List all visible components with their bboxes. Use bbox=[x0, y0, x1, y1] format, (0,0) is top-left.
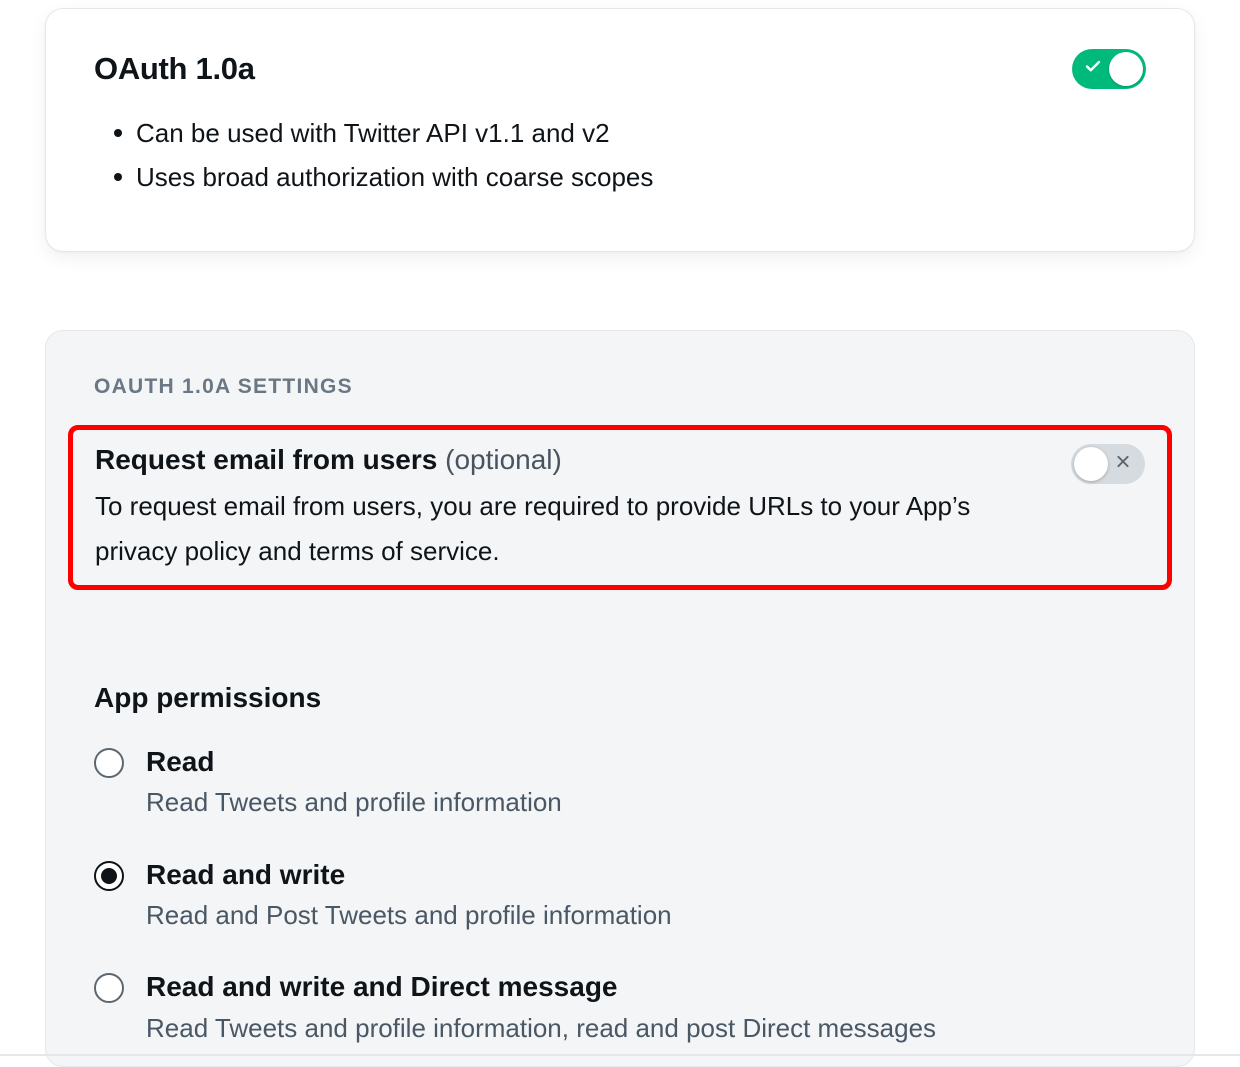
permission-desc: Read and Post Tweets and profile informa… bbox=[146, 897, 672, 933]
request-email-title-bold: Request email from users bbox=[95, 444, 437, 475]
permission-option-read-write-dm[interactable]: Read and write and Direct message Read T… bbox=[94, 969, 1146, 1046]
radio-icon bbox=[94, 861, 124, 891]
request-email-title: Request email from users (optional) bbox=[95, 444, 1051, 476]
oauth-settings-panel: OAUTH 1.0A SETTINGS Request email from u… bbox=[45, 330, 1195, 1067]
oauth-card: OAuth 1.0a Can be used with Twitter API … bbox=[45, 8, 1195, 252]
permission-desc: Read Tweets and profile information bbox=[146, 784, 562, 820]
request-email-title-light: (optional) bbox=[445, 444, 562, 475]
radio-icon bbox=[94, 973, 124, 1003]
check-icon bbox=[1084, 58, 1102, 81]
request-email-toggle[interactable] bbox=[1071, 444, 1145, 484]
frame-edge bbox=[0, 1054, 1240, 1056]
permission-label: Read bbox=[146, 744, 562, 780]
oauth-title: OAuth 1.0a bbox=[94, 51, 255, 87]
permission-desc: Read Tweets and profile information, rea… bbox=[146, 1010, 936, 1046]
permission-option-read[interactable]: Read Read Tweets and profile information bbox=[94, 744, 1146, 821]
x-icon bbox=[1115, 454, 1131, 475]
request-email-desc: To request email from users, you are req… bbox=[95, 484, 1051, 572]
permission-label: Read and write bbox=[146, 857, 672, 893]
panel-heading: OAUTH 1.0A SETTINGS bbox=[94, 375, 1146, 399]
oauth-enable-toggle[interactable] bbox=[1072, 49, 1146, 89]
radio-icon bbox=[94, 748, 124, 778]
toggle-knob bbox=[1109, 52, 1143, 86]
toggle-knob bbox=[1074, 447, 1108, 481]
permission-label: Read and write and Direct message bbox=[146, 969, 936, 1005]
permission-option-read-write[interactable]: Read and write Read and Post Tweets and … bbox=[94, 857, 1146, 934]
oauth-bullets: Can be used with Twitter API v1.1 and v2… bbox=[114, 111, 1146, 199]
oauth-bullet: Uses broad authorization with coarse sco… bbox=[114, 155, 1146, 199]
app-permissions-radio-group: Read Read Tweets and profile information… bbox=[94, 744, 1146, 1046]
app-permissions-title: App permissions bbox=[94, 682, 1146, 714]
oauth-bullet: Can be used with Twitter API v1.1 and v2 bbox=[114, 111, 1146, 155]
request-email-highlight: Request email from users (optional) To r… bbox=[68, 425, 1172, 589]
